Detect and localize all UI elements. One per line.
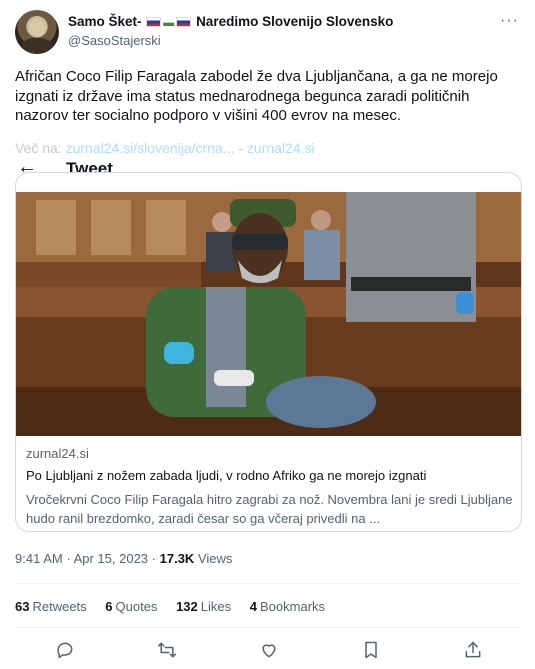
card-image[interactable]	[16, 192, 521, 436]
slovenia-flag-icon	[176, 17, 192, 27]
article-link[interactable]: zurnal24.si/slovenija/crna...	[66, 140, 235, 156]
retweets-label: Retweets	[32, 599, 87, 614]
tweet-meta: 9:41 AM · Apr 15, 2023 · 17.3K Views	[15, 551, 232, 566]
avatar-face	[29, 19, 45, 37]
engagement-stats: 63 Retweets 6 Quotes 132 Likes 4 Bookmarks	[15, 599, 340, 614]
divider	[15, 627, 520, 628]
likes-stat[interactable]: 132 Likes	[176, 599, 231, 614]
card-title[interactable]: Po Ljubljani z nožem zabada ljudi, v rod…	[26, 468, 516, 483]
action-bar	[0, 640, 535, 664]
quotes-count: 6	[105, 599, 113, 614]
slovenia-flag-icon	[146, 17, 162, 27]
tweet-text: Afričan Coco Filip Faragala zabodel že d…	[15, 68, 498, 124]
user-name-prefix: Samo Šket-	[68, 14, 142, 29]
meta-dot: ·	[151, 551, 156, 566]
quotes-label: Quotes	[115, 599, 158, 614]
bookmarks-label: Bookmarks	[260, 599, 326, 614]
retweets-stat[interactable]: 63 Retweets	[15, 599, 87, 614]
views-count: 17.3K	[159, 551, 195, 566]
likes-label: Likes	[200, 599, 232, 614]
tweet-date[interactable]: Apr 15, 2023	[74, 551, 148, 566]
link-card[interactable]: zurnal24.si Po Ljubljani z nožem zabada …	[15, 172, 522, 532]
share-icon[interactable]	[463, 640, 485, 662]
avatar[interactable]	[15, 10, 59, 54]
retweets-count: 63	[15, 599, 30, 614]
more-icon[interactable]: ···	[500, 12, 519, 30]
user-name-suffix: Naredimo Slovenijo Slovensko	[196, 14, 394, 29]
user-name[interactable]: Samo Šket- ▬ Naredimo Slovenijo Slovensk…	[68, 14, 393, 29]
divider	[15, 583, 520, 584]
avatar-coat	[21, 38, 53, 54]
bookmark-icon[interactable]	[361, 640, 383, 662]
link-prefix: Več na:	[15, 140, 62, 156]
card-meta: zurnal24.si Po Ljubljani z nožem zabada …	[26, 446, 516, 528]
bookmarks-stat[interactable]: 4 Bookmarks	[250, 599, 325, 614]
link-separator: -	[238, 140, 244, 156]
domain-link[interactable]: zurnal24.si	[247, 140, 315, 156]
likes-count: 132	[176, 599, 198, 614]
courtroom-photo	[16, 192, 521, 436]
tractor-icon: ▬	[163, 17, 175, 29]
views-label: Views	[197, 551, 233, 566]
tweet-link-line: Več na: zurnal24.si/slovenija/crna... - …	[15, 140, 315, 156]
user-handle[interactable]: @SasoStajerski	[68, 33, 161, 48]
retweet-icon[interactable]	[157, 640, 179, 662]
meta-dot: ·	[66, 551, 71, 566]
reply-icon[interactable]	[55, 640, 77, 662]
bookmarks-count: 4	[249, 599, 257, 614]
quotes-stat[interactable]: 6 Quotes	[105, 599, 157, 614]
card-domain: zurnal24.si	[26, 446, 89, 461]
like-icon[interactable]	[259, 640, 281, 662]
tweet-time[interactable]: 9:41 AM	[15, 551, 63, 566]
card-description: Vročekrvni Coco Filip Faragala hitro zag…	[26, 492, 513, 526]
